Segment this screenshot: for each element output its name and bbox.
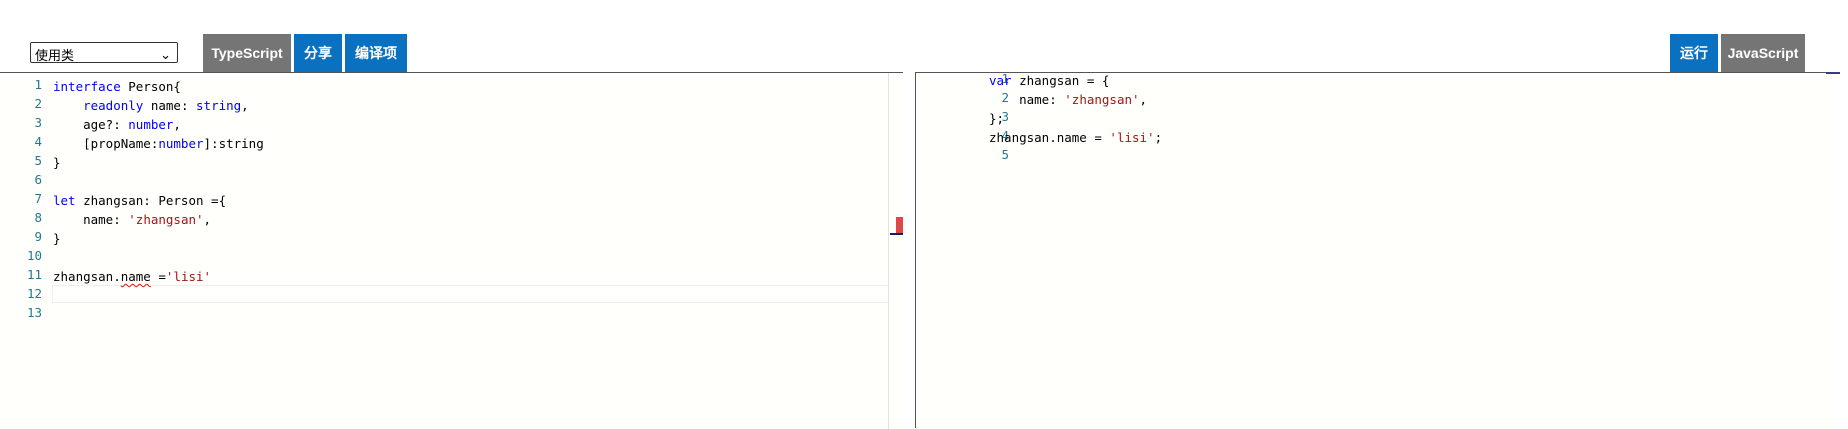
code-token: } [53,155,61,170]
error-marker [896,217,903,234]
code-token: , [241,98,249,113]
code-token: name: [143,98,197,113]
code-line[interactable]: interface Person{ [53,77,181,96]
code-token: readonly [83,98,144,113]
line-number: 8 [34,210,42,225]
code-token: 'zhangsan' [128,212,204,227]
code-line[interactable]: let zhangsan: Person ={ [53,191,226,210]
class-select-value: 使用类 [35,48,75,63]
code-token: = [150,269,166,284]
code-line[interactable]: age?: number, [53,115,181,134]
line-number: 1 [34,77,42,92]
current-line-highlight [52,285,901,303]
javascript-tab[interactable]: JavaScript [1721,34,1805,72]
line-number: 12 [26,286,42,301]
run-button[interactable]: 运行 [1670,34,1718,72]
javascript-output-editor[interactable]: 1 var zhangsan = { 2 name: 'zhangsan', 3… [915,71,1835,428]
chevron-down-icon: ⌄ [160,47,171,62]
code-token: } [53,231,61,246]
code-token: number [158,136,204,151]
share-button[interactable]: 分享 [294,34,342,72]
code-line[interactable]: zhangsan.name = 'lisi'; [989,128,1162,147]
line-number: 5 [34,153,42,168]
code-token: zhangsan: Person ={ [75,193,227,208]
line-number: 9 [34,229,42,244]
overview-ruler[interactable] [888,73,903,429]
line-number: 7 [34,191,42,206]
code-line[interactable]: } [53,153,61,172]
code-line[interactable]: name: 'zhangsan', [53,210,211,229]
code-line[interactable]: } [53,229,61,248]
code-token: 'zhangsan' [1064,92,1140,107]
line-number: 11 [26,267,42,282]
line-number: 2 [34,96,42,111]
typescript-tab[interactable]: TypeScript [203,34,291,72]
scroll-position-bar[interactable] [1826,72,1840,74]
code-token: string [196,98,242,113]
line-number: 10 [26,248,42,263]
code-token: 'lisi' [165,269,212,284]
code-token: zhangsan.name = [989,130,1110,145]
code-token: 'lisi' [1109,130,1155,145]
error-squiggle: name [120,269,151,284]
code-token: age?: [53,117,129,132]
code-line[interactable]: name: 'zhangsan', [989,90,1147,109]
code-token: var [989,73,1012,88]
code-token: ]:string [203,136,264,151]
line-number: 5 [1001,147,1009,162]
code-token: name: [989,92,1065,107]
compile-options-button[interactable]: 编译项 [345,34,407,72]
code-token: number [128,117,174,132]
typescript-editor[interactable]: 1 interface Person{ 2 readonly name: str… [0,72,903,429]
code-line[interactable]: var zhangsan = { [989,71,1109,90]
class-select[interactable]: 使用类 ⌄ [30,42,178,63]
code-line[interactable]: zhangsan.name ='lisi' [53,267,211,286]
line-number: 4 [34,134,42,149]
scroll-position-bar[interactable] [890,233,903,235]
code-token: zhangsan. [53,269,121,284]
line-number: 3 [34,115,42,130]
code-line[interactable]: [propName:number]:string [53,134,264,153]
code-line[interactable]: }; [989,109,1004,128]
code-token: name: [53,212,129,227]
code-token: ; [1154,130,1163,145]
line-number: 13 [26,305,42,320]
line-number: 6 [34,172,42,187]
code-token: , [1139,92,1148,107]
code-token: let [53,193,76,208]
code-token: , [173,117,181,132]
code-token: Person{ [120,79,181,94]
code-token: , [203,212,212,227]
code-token: [propName: [53,136,159,151]
code-token: interface [53,79,121,94]
code-token: zhangsan = { [1011,73,1110,88]
code-line[interactable]: readonly name: string, [53,96,249,115]
code-token: }; [989,111,1005,126]
